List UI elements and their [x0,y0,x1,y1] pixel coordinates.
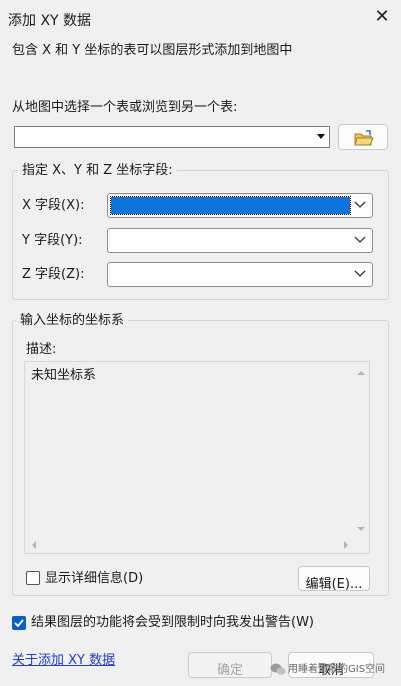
scroll-down-icon[interactable] [353,522,369,536]
scroll-up-icon[interactable] [353,366,369,380]
help-link[interactable]: 关于添加 XY 数据 [12,654,115,667]
description-label: 描述: [26,342,57,357]
watermark: 用睡着懒散的GIS空间 [270,660,385,676]
y-field-dropdown[interactable] [107,228,373,253]
scroll-right-icon[interactable] [339,537,353,553]
fields-group-legend: 指定 X、Y 和 Z 坐标字段: [18,164,177,177]
open-folder-icon [354,130,374,146]
edit-button-label: 编辑(E)... [305,577,363,592]
horizontal-scrollbar[interactable] [25,537,353,553]
wechat-icon [270,663,286,675]
show-details-checkbox[interactable] [26,571,40,585]
table-select-label: 从地图中选择一个表或浏览到另一个表: [12,100,238,115]
x-field-label: X 字段(X): [22,198,85,213]
y-field-label: Y 字段(Y): [22,233,83,248]
scroll-left-icon[interactable] [27,537,41,553]
x-field-dropdown[interactable] [107,193,373,218]
show-details-label: 显示详细信息(D) [45,571,144,586]
dropdown-arrow-icon[interactable] [313,127,329,147]
chevron-down-icon [354,201,366,208]
chevron-down-icon [354,270,366,277]
close-icon[interactable]: ✕ [372,7,392,27]
z-field-label: Z 字段(Z): [22,267,85,282]
table-combobox[interactable] [14,126,330,148]
z-field-dropdown[interactable] [107,262,373,287]
x-field-selection [110,196,351,215]
intro-text: 包含 X 和 Y 坐标的表可以图层形式添加到地图中 [12,43,293,58]
vertical-scrollbar[interactable] [353,362,369,536]
description-textbox[interactable]: 未知坐标系 [24,361,370,554]
coord-group-legend: 输入坐标的坐标系 [16,314,129,327]
ok-button[interactable]: 确定 [188,652,272,678]
dialog-title: 添加 XY 数据 [8,13,92,29]
edit-button[interactable]: 编辑(E)... [298,566,370,592]
description-text: 未知坐标系 [31,368,97,383]
warn-label: 结果图层的功能将会受到限制时向我发出警告(W) [31,615,314,630]
title-bar: 添加 XY 数据 ✕ [0,0,401,36]
ok-button-label: 确定 [216,663,243,678]
browse-button[interactable] [338,124,388,150]
chevron-down-icon [354,236,366,243]
warn-checkbox[interactable] [12,616,26,630]
checkmark-icon [14,619,24,628]
